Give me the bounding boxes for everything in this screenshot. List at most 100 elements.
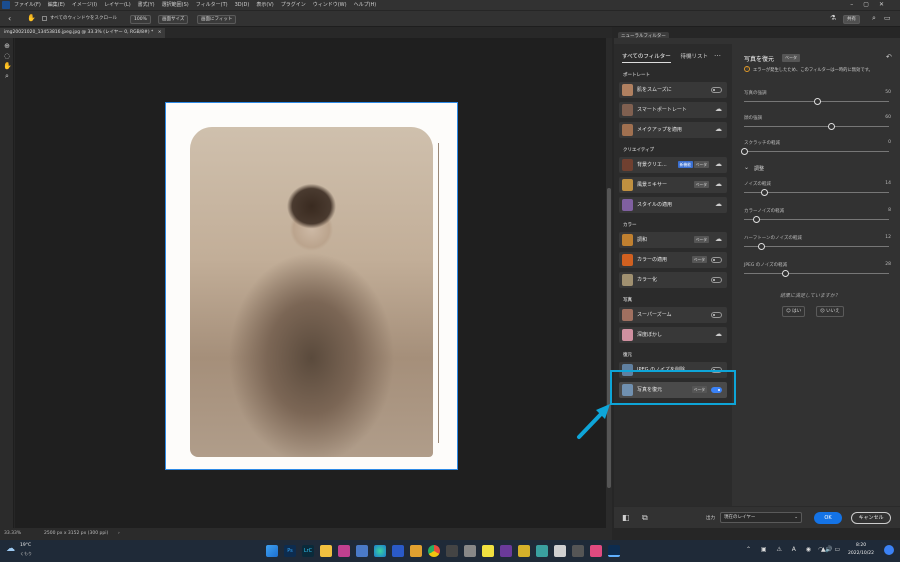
- app-icon[interactable]: [572, 545, 584, 557]
- filter-toggle[interactable]: [711, 87, 722, 93]
- document-canvas[interactable]: [165, 102, 458, 470]
- menu-item[interactable]: ウィンドウ(W): [313, 0, 347, 10]
- window-controls[interactable]: –▢✕: [850, 0, 894, 10]
- tab-waitlist[interactable]: 待機リスト: [681, 54, 709, 60]
- cloud-download-icon[interactable]: ☁: [715, 235, 722, 243]
- app-icon[interactable]: [518, 545, 530, 557]
- app-icon[interactable]: [464, 545, 476, 557]
- document-tab[interactable]: img20021020_13453816.jpeg.jpg @ 33.3% (レ…: [0, 28, 166, 38]
- share-button[interactable]: 共有: [843, 15, 860, 24]
- slider-track[interactable]: [744, 216, 889, 223]
- layers-icon[interactable]: ⧉: [642, 513, 648, 523]
- slider-knob[interactable]: [828, 123, 835, 130]
- filter-toggle[interactable]: [711, 277, 722, 283]
- filter-item[interactable]: スーパーズーム: [619, 307, 727, 323]
- zoom-status[interactable]: 33.33%: [4, 528, 21, 540]
- yes-button[interactable]: ☺ はい: [782, 306, 806, 317]
- filter-toggle[interactable]: [711, 257, 722, 263]
- menu-item[interactable]: 3D(D): [235, 0, 250, 10]
- cloud-download-icon[interactable]: ☁: [715, 200, 722, 208]
- search-icon[interactable]: ⌕: [872, 14, 876, 23]
- preview-toggle-icon[interactable]: ◧: [622, 513, 630, 522]
- status-arrow-icon[interactable]: ›: [118, 528, 120, 540]
- weather-icon[interactable]: ☁: [6, 544, 15, 554]
- more-menu-icon[interactable]: …: [714, 50, 721, 58]
- menu-item[interactable]: プラグイン: [281, 0, 306, 10]
- filter-item[interactable]: 調和 ベータ ☁: [619, 232, 727, 248]
- slider-track[interactable]: [744, 270, 889, 277]
- windows-start-icon[interactable]: [266, 545, 278, 557]
- ps-logo-icon[interactable]: [2, 1, 10, 9]
- cloud-download-icon[interactable]: ☁: [715, 105, 722, 113]
- filter-item[interactable]: カラー化: [619, 272, 727, 288]
- filter-item[interactable]: スタイルの適用 ☁: [619, 197, 727, 213]
- hand-tool-icon[interactable]: ✋: [27, 14, 36, 22]
- filter-toggle[interactable]: [711, 312, 722, 318]
- store-icon[interactable]: [392, 545, 404, 557]
- filter-item[interactable]: 肌をスムーズに: [619, 82, 727, 98]
- lasso-tool-icon[interactable]: ◌: [3, 52, 11, 60]
- cloud-download-icon[interactable]: ☁: [715, 330, 722, 338]
- photoshop-icon[interactable]: Ps: [284, 545, 296, 557]
- clock-date[interactable]: 2022/10/22: [848, 551, 874, 556]
- slider-track[interactable]: [744, 123, 889, 130]
- slider-track[interactable]: [741, 148, 889, 155]
- slider-track[interactable]: [744, 243, 889, 250]
- no-button[interactable]: ☹ いいえ: [816, 306, 844, 317]
- tab-all-filters[interactable]: すべてのフィルター: [622, 54, 671, 63]
- menu-item[interactable]: 表示(V): [256, 0, 273, 10]
- wifi-icon[interactable]: ◠ 🔊 ▭: [818, 546, 840, 553]
- menu-item[interactable]: フィルター(T): [196, 0, 228, 10]
- app-icon[interactable]: [500, 545, 512, 557]
- clock-time[interactable]: 8:20: [856, 543, 866, 548]
- menu-item[interactable]: レイヤー(L): [104, 0, 131, 10]
- output-select[interactable]: 現在のレイヤー ⌄: [720, 512, 802, 523]
- filter-item[interactable]: 風景ミキサー ベータ ☁: [619, 177, 727, 193]
- zoom-tool-icon[interactable]: ⌕: [3, 72, 11, 80]
- mail-icon[interactable]: [356, 545, 368, 557]
- fill-screen-button[interactable]: 画面にフィット: [197, 15, 237, 24]
- filter-item[interactable]: スマートポートレート ☁: [619, 102, 727, 118]
- menu-item[interactable]: 編集(E): [48, 0, 65, 10]
- move-tool-icon[interactable]: ⊕: [3, 42, 11, 50]
- app-icon[interactable]: [446, 545, 458, 557]
- workspace-icon[interactable]: ▭: [884, 14, 891, 22]
- slider-knob[interactable]: [752, 216, 760, 223]
- edge-icon[interactable]: [374, 545, 386, 557]
- chevron-down-icon[interactable]: ⌄: [744, 164, 749, 171]
- menu-item[interactable]: ファイル(F): [14, 0, 41, 10]
- scrollbar-thumb[interactable]: [607, 188, 611, 488]
- cloud-download-icon[interactable]: ☁: [715, 180, 722, 188]
- slider-track[interactable]: [744, 189, 889, 196]
- slider-track[interactable]: [744, 98, 889, 105]
- filter-item[interactable]: 背景クリエ... ベータ 新機能 ☁: [619, 157, 727, 173]
- menu-item[interactable]: 選択範囲(S): [162, 0, 189, 10]
- slider-knob[interactable]: [761, 189, 769, 196]
- notes-icon[interactable]: [482, 545, 494, 557]
- notification-icon[interactable]: [884, 545, 894, 555]
- cloud-download-icon[interactable]: ☁: [715, 160, 722, 168]
- slider-knob[interactable]: [741, 148, 748, 155]
- app-icon[interactable]: [338, 545, 350, 557]
- adjust-heading[interactable]: 調整: [754, 165, 764, 172]
- lightroom-icon[interactable]: LrC: [302, 545, 314, 557]
- app-icon[interactable]: [590, 545, 602, 557]
- slider-knob[interactable]: [781, 270, 789, 277]
- slider-knob[interactable]: [813, 98, 821, 105]
- hand-tool-icon[interactable]: ✋: [3, 62, 12, 70]
- filter-item[interactable]: 深度ぼかし ☁: [619, 327, 727, 343]
- fit-screen-button[interactable]: 画面サイズ: [158, 15, 189, 24]
- close-icon[interactable]: ×: [158, 30, 162, 35]
- filter-item[interactable]: メイクアップを適用 ☁: [619, 122, 727, 138]
- chrome-icon[interactable]: [428, 545, 440, 557]
- cancel-button[interactable]: キャンセル: [851, 512, 891, 524]
- learn-icon[interactable]: ⚗: [830, 14, 836, 22]
- menu-item[interactable]: イメージ(I): [72, 0, 97, 10]
- zoom-100-button[interactable]: 100%: [130, 15, 151, 24]
- app-icon[interactable]: [554, 545, 566, 557]
- menu-item[interactable]: 書式(Y): [138, 0, 155, 10]
- cloud-download-icon[interactable]: ☁: [715, 125, 722, 133]
- slider-knob[interactable]: [758, 243, 766, 250]
- folder-icon[interactable]: [320, 545, 332, 557]
- menu-item[interactable]: ヘルプ(H): [354, 0, 377, 10]
